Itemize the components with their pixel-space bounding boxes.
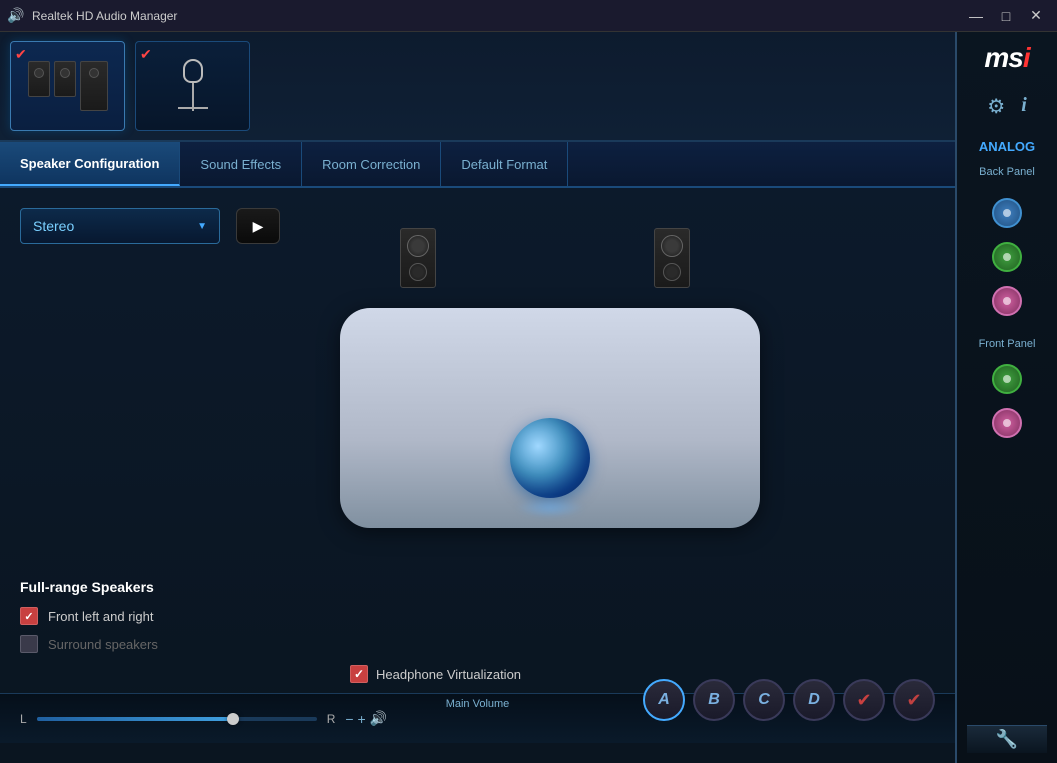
front-panel-label: Front Panel (979, 338, 1036, 350)
jack-dot (1003, 209, 1011, 217)
speakers-device[interactable]: ✔ (10, 41, 125, 131)
front-speakers-checkbox[interactable] (20, 607, 38, 625)
surround-speakers-row: Surround speakers (20, 635, 280, 653)
headphone-virt-row: Headphone Virtualization (350, 665, 521, 683)
jack-dot (1003, 253, 1011, 261)
bottom-controls: A B C D ✔ ✔ (643, 679, 935, 721)
profile-c-button[interactable]: C (743, 679, 785, 721)
vol-track (37, 717, 317, 721)
vol-icons: − + 🔊 (345, 710, 387, 727)
mic-check-icon: ✔ (140, 46, 152, 63)
settings-gear-icon[interactable]: ⚙ (987, 94, 1005, 119)
right-icons: ⚙ i (987, 94, 1027, 119)
back-panel-label: Back Panel (979, 166, 1035, 178)
back-green-jack[interactable] (992, 242, 1022, 272)
tab-default-format[interactable]: Default Format (441, 142, 568, 186)
profile-b-button[interactable]: B (693, 679, 735, 721)
x-icon: ✔ (906, 690, 921, 711)
headphone-virt-checkbox[interactable] (350, 665, 368, 683)
settings-tool-button[interactable]: 🔧 (967, 725, 1047, 753)
tab-speaker-config[interactable]: Speaker Configuration (0, 142, 180, 186)
stage-speaker-right[interactable] (654, 228, 690, 288)
speaker-stage (340, 308, 760, 528)
title-bar-controls: — □ ✕ (963, 6, 1049, 26)
play-icon: ▶ (253, 218, 264, 235)
right-panel: msi ⚙ i ANALOG Back Panel Front Panel (957, 32, 1057, 763)
vol-left-label: L (20, 712, 27, 726)
app-title: Realtek HD Audio Manager (32, 9, 177, 23)
ball-reflection (515, 498, 585, 518)
stage-speaker-left[interactable] (400, 228, 436, 288)
fullrange-title: Full-range Speakers (20, 579, 280, 595)
speaker-icon (28, 61, 108, 111)
main-volume-label: Main Volume (446, 698, 510, 710)
msi-logo: msi (984, 42, 1029, 74)
volume-bar: Main Volume L R − + 🔊 A (0, 693, 955, 743)
dropdown-row: Stereo ▼ ▶ (20, 208, 935, 244)
surround-speakers-checkbox[interactable] (20, 635, 38, 653)
tab-room-correction[interactable]: Room Correction (302, 142, 441, 186)
device-bar: ✔ ✔ (0, 32, 955, 142)
app-icon: 🔊 (8, 8, 24, 24)
jack-dot (1003, 297, 1011, 305)
jack-dot (1003, 375, 1011, 383)
stage-ball (510, 418, 590, 498)
front-speakers-row: Front left and right (20, 607, 280, 625)
dropdown-arrow-icon: ▼ (197, 221, 207, 232)
speaker-box-right (54, 61, 76, 97)
vol-plus-icon[interactable]: + (358, 711, 366, 727)
vol-right-label: R (327, 712, 336, 726)
vol-thumb[interactable] (227, 713, 239, 725)
cancel-action-button[interactable]: ✔ (893, 679, 935, 721)
tab-sound-effects[interactable]: Sound Effects (180, 142, 302, 186)
analog-label: ANALOG (979, 139, 1035, 154)
jack-dot (1003, 419, 1011, 427)
maximize-button[interactable]: □ (993, 6, 1019, 26)
left-panel: ✔ ✔ (0, 32, 957, 763)
confirm-button[interactable]: ✔ (843, 679, 885, 721)
speaker-box-left (28, 61, 50, 97)
main-container: ✔ ✔ (0, 32, 1057, 763)
speaker-config-dropdown[interactable]: Stereo ▼ (20, 208, 220, 244)
front-pink-jack[interactable] (992, 408, 1022, 438)
back-pink-jack[interactable] (992, 286, 1022, 316)
surround-speakers-label: Surround speakers (48, 637, 158, 652)
profile-d-button[interactable]: D (793, 679, 835, 721)
vol-speaker-icon[interactable]: 🔊 (370, 710, 387, 727)
volume-slider[interactable] (37, 717, 317, 721)
title-bar-left: 🔊 Realtek HD Audio Manager (8, 8, 177, 24)
close-button[interactable]: ✕ (1023, 6, 1049, 26)
back-blue-jack[interactable] (992, 198, 1022, 228)
speakers-check-icon: ✔ (15, 46, 27, 63)
tabs-bar: Speaker Configuration Sound Effects Room… (0, 142, 955, 188)
vol-minus-icon[interactable]: − (345, 711, 353, 727)
front-green-jack[interactable] (992, 364, 1022, 394)
microphone-device[interactable]: ✔ (135, 41, 250, 131)
check-icon: ✔ (856, 690, 871, 711)
content-area: Stereo ▼ ▶ Headphone Virtualizatio (0, 188, 955, 763)
speaker-box-sub (80, 61, 108, 111)
mic-icon (173, 59, 213, 114)
headphone-virt-label: Headphone Virtualization (376, 667, 521, 682)
wrench-icon: 🔧 (996, 729, 1018, 750)
play-button[interactable]: ▶ (236, 208, 280, 244)
title-bar: 🔊 Realtek HD Audio Manager — □ ✕ (0, 0, 1057, 32)
minimize-button[interactable]: — (963, 6, 989, 26)
profile-a-button[interactable]: A (643, 679, 685, 721)
vol-fill (37, 717, 233, 721)
fullrange-section: Full-range Speakers Front left and right… (20, 579, 280, 663)
speaker-stage-container (320, 258, 770, 538)
front-speakers-label: Front left and right (48, 609, 154, 624)
info-icon[interactable]: i (1021, 94, 1027, 119)
